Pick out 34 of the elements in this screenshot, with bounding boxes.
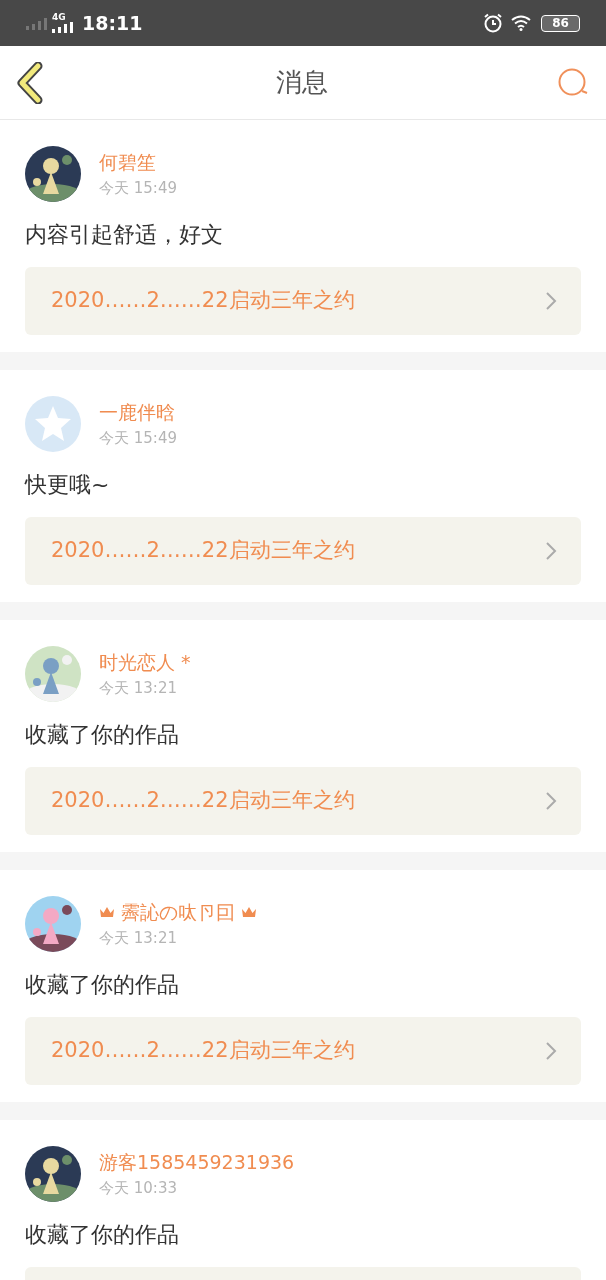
chevron-right-icon [545,791,557,811]
message-text: 快更哦~ [25,471,111,499]
message-text: 收藏了你的作品 [25,971,180,999]
user-name: 一鹿伴晗 [99,400,175,424]
message-text: 内容引起舒适，好文 [25,221,224,249]
work-link[interactable]: 2020……2……22启动三年之约 [25,1017,581,1085]
message-text: 收藏了你的作品 [25,1221,180,1249]
crown-icon [99,905,115,919]
crown-icon [241,905,257,919]
message-text: 收藏了你的作品 [25,721,180,749]
wifi-icon [511,15,531,31]
chevron-right-icon [545,541,557,561]
battery-indicator: 86 [541,14,580,32]
message-time: 今天 13:21 [99,928,178,948]
network-label: 4G [52,13,66,22]
message-time: 今天 15:49 [99,178,177,198]
chevron-right-icon [545,1041,557,1061]
user-name: 时光恋人 * [99,650,191,674]
page-title: 消息 [276,66,328,99]
work-link[interactable]: 2020……2……22启动三年之约 [25,267,581,335]
message-time: 今天 10:33 [99,1178,178,1198]
signal-icon [26,16,50,30]
user-name: 霽訫の呔卪囙 [121,900,235,924]
default-avatar-icon [25,396,81,452]
chevron-right-icon [545,291,557,311]
alarm-icon [483,13,503,33]
signal-icon [52,22,76,33]
user-name: 游客1585459231936 [99,1150,295,1174]
work-link[interactable]: 2020……2……22启动三年之约 [25,767,581,835]
clock: 18:11 [82,10,143,36]
message-time: 今天 13:21 [99,678,178,698]
work-link[interactable]: 2020……2……22启动三年之约 [25,517,581,585]
user-name: 何碧笙 [99,150,156,174]
message-time: 今天 15:49 [99,428,177,448]
